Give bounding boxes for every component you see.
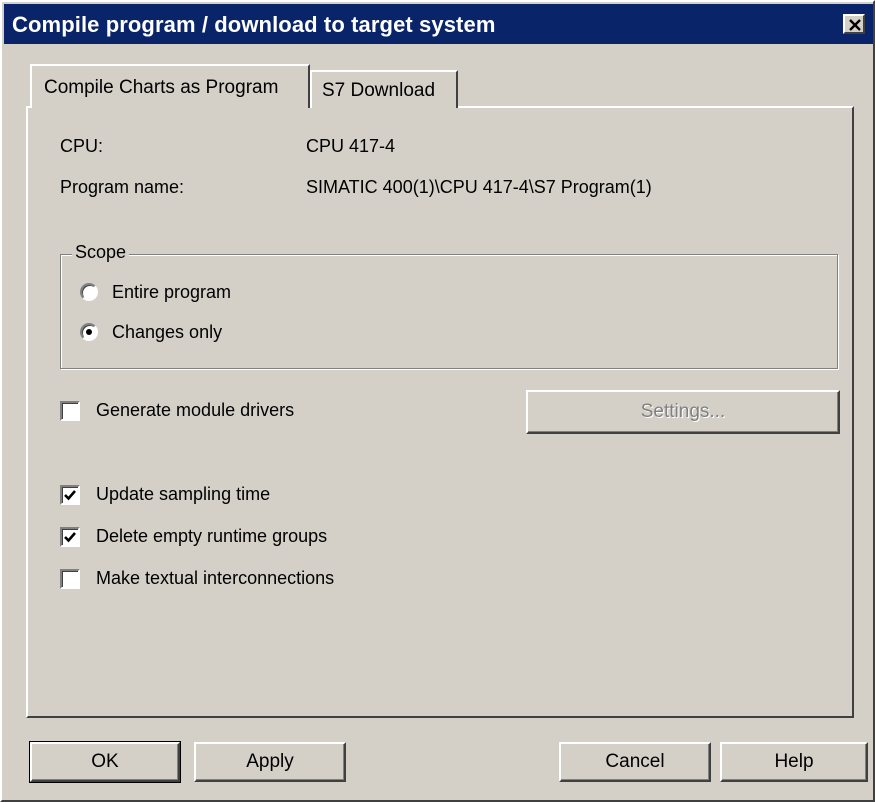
cancel-button[interactable]: Cancel	[559, 742, 711, 782]
checkmark-icon	[64, 490, 76, 501]
generate-module-drivers-label[interactable]: Generate module drivers	[96, 400, 294, 421]
scope-groupbox	[60, 254, 838, 369]
scope-legend: Scope	[72, 242, 130, 263]
program-name-label: Program name:	[60, 177, 185, 197]
checkmark-icon	[64, 532, 76, 543]
update-sampling-time-label[interactable]: Update sampling time	[96, 484, 270, 505]
apply-button[interactable]: Apply	[194, 742, 346, 782]
tab-s7-download-label: S7 Download	[322, 80, 436, 101]
tab-compile-charts-label: Compile Charts as Program	[44, 77, 279, 98]
generate-module-drivers-checkbox[interactable]	[60, 401, 80, 421]
window-title: Compile program / download to target sys…	[12, 12, 496, 37]
close-button[interactable]	[843, 14, 865, 34]
settings-button[interactable]: Settings...	[526, 390, 840, 434]
title-bar[interactable]: Compile program / download to target sys…	[4, 4, 873, 44]
changes-only-radio[interactable]	[80, 323, 98, 341]
radio-selected-dot	[86, 329, 92, 335]
program-name-value: SIMATIC 400(1)\CPU 417-4\S7 Program(1)	[306, 177, 652, 197]
update-sampling-time-checkbox[interactable]	[60, 485, 80, 505]
tab-s7-download[interactable]: S7 Download	[310, 70, 458, 108]
entire-program-radio[interactable]	[80, 283, 98, 301]
entire-program-label[interactable]: Entire program	[112, 282, 231, 303]
make-textual-interconnections-checkbox[interactable]	[60, 569, 80, 589]
cpu-value: CPU 417-4	[306, 136, 396, 156]
compile-download-dialog: Compile program / download to target sys…	[0, 0, 875, 802]
make-textual-interconnections-label[interactable]: Make textual interconnections	[96, 568, 334, 589]
close-icon	[849, 19, 861, 31]
delete-empty-runtime-groups-checkbox[interactable]	[60, 527, 80, 547]
delete-empty-runtime-groups-label[interactable]: Delete empty runtime groups	[96, 526, 327, 547]
cpu-label: CPU:	[60, 136, 104, 156]
tab-compile-charts[interactable]: Compile Charts as Program	[30, 64, 310, 108]
help-button[interactable]: Help	[720, 742, 868, 782]
changes-only-label[interactable]: Changes only	[112, 322, 222, 343]
ok-button[interactable]: OK	[29, 741, 181, 783]
